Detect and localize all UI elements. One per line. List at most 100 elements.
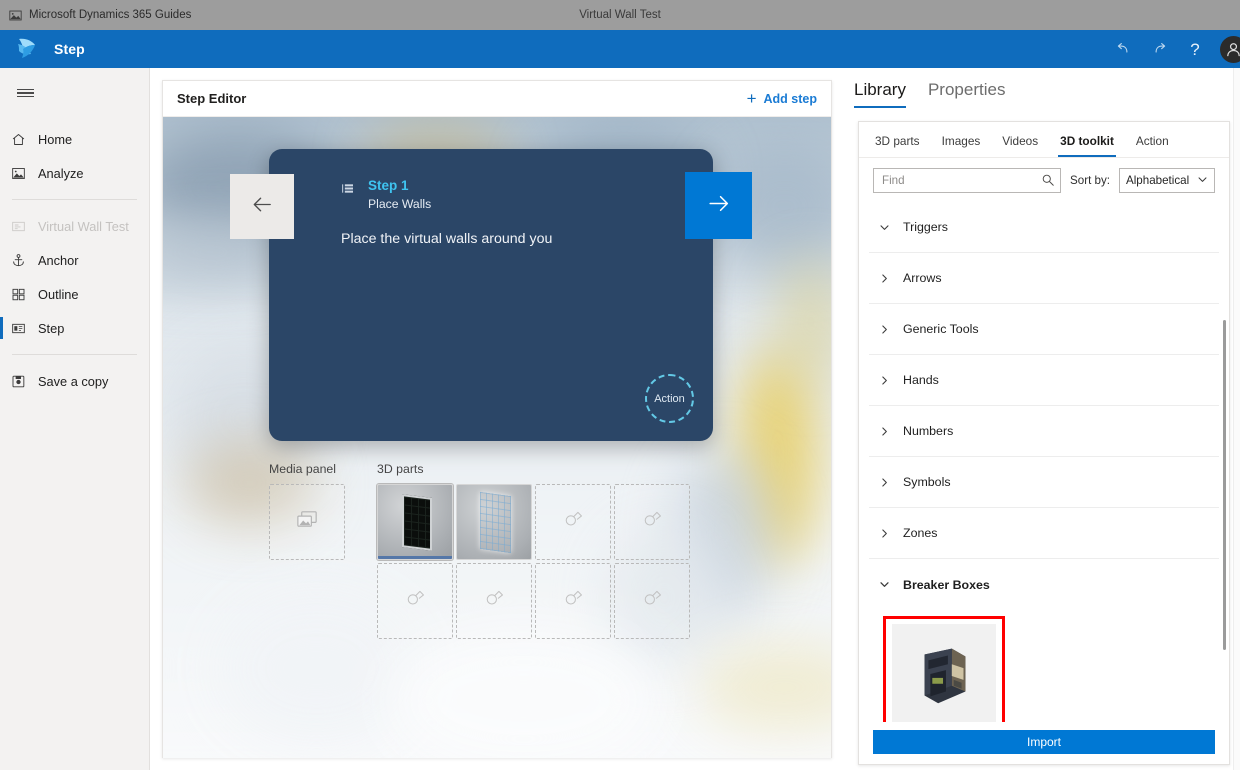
arrow-right-icon [705, 190, 732, 222]
chevron-down-icon [1197, 174, 1208, 188]
breaker-box-thumbnail [892, 624, 996, 722]
sidebar-divider [12, 354, 137, 355]
search-input[interactable] [873, 168, 1062, 193]
library-scrollbar-thumb[interactable] [1223, 320, 1226, 650]
sidebar-item-label: Analyze [38, 165, 84, 181]
next-step-button[interactable] [685, 172, 752, 239]
help-icon[interactable]: ? [1178, 34, 1212, 64]
3d-part-dark-wall-panel[interactable] [377, 484, 453, 560]
tab-action[interactable]: Action [1134, 130, 1171, 157]
category-label: Arrows [903, 271, 942, 285]
step-editor-panel: Step Editor + Add step Step 1 Place Wall… [162, 80, 832, 758]
category-row-numbers[interactable]: Numbers [869, 406, 1219, 457]
command-bar: Step ? [0, 30, 1240, 68]
sidebar-item-anchor[interactable]: Anchor [0, 243, 149, 277]
category-label: Generic Tools [903, 322, 979, 336]
media-panel-label: Media panel [269, 462, 336, 476]
category-row-hands[interactable]: Hands [869, 355, 1219, 406]
category-row-breaker-boxes[interactable]: Breaker Boxes [869, 559, 1219, 610]
sort-by-dropdown[interactable]: Alphabetical [1119, 168, 1215, 193]
sort-by-value: Alphabetical [1126, 174, 1190, 187]
step-number: Step 1 [368, 178, 409, 193]
media-panel-slot[interactable] [269, 484, 345, 560]
3d-part-empty-slot[interactable] [614, 563, 690, 639]
sidebar-item-step[interactable]: Step [0, 311, 149, 345]
3d-object-placeholder-icon [483, 587, 506, 615]
analyze-icon [10, 165, 27, 182]
search-field-wrapper [873, 168, 1062, 193]
sidebar-item-analyze[interactable]: Analyze [0, 156, 149, 190]
chevron-right-icon [879, 528, 890, 539]
3d-part-light-wall-panel[interactable] [456, 484, 532, 560]
redo-icon[interactable] [1142, 34, 1176, 64]
tab-properties[interactable]: Properties [928, 80, 1005, 108]
3d-part-empty-slot[interactable] [535, 484, 611, 560]
sidebar-item-label: Virtual Wall Test [38, 218, 129, 234]
3d-parts-group: 3D parts [377, 462, 690, 639]
category-row-triggers[interactable]: Triggers [869, 202, 1219, 253]
category-row-generic-tools[interactable]: Generic Tools [869, 304, 1219, 355]
3d-part-empty-slot[interactable] [614, 484, 690, 560]
category-label: Zones [903, 526, 938, 540]
asset-tile-area: BreakerBox_Breaker_... [869, 610, 1219, 722]
title-bar: Microsoft Dynamics 365 Guides Virtual Wa… [0, 0, 1240, 30]
outline-icon [10, 286, 27, 303]
category-label: Triggers [903, 220, 948, 234]
page-scrollbar[interactable] [1233, 68, 1240, 770]
import-button[interactable]: Import [873, 730, 1215, 754]
media-panel-group: Media panel [269, 462, 345, 639]
sidebar: Home Analyze Virtual Wall Test Anchor Ou… [0, 68, 150, 770]
3d-object-placeholder-icon [641, 508, 664, 536]
category-row-arrows[interactable]: Arrows [869, 253, 1219, 304]
media-placeholder-icon [295, 507, 320, 537]
hamburger-menu-icon[interactable] [6, 74, 44, 112]
sidebar-item-label: Outline [38, 286, 79, 302]
sidebar-item-outline[interactable]: Outline [0, 277, 149, 311]
sidebar-item-home[interactable]: Home [0, 122, 149, 156]
category-label: Breaker Boxes [903, 577, 990, 592]
command-bar-actions: ? [1106, 34, 1240, 64]
sidebar-item-label: Save a copy [38, 373, 109, 389]
step-list-icon [341, 181, 356, 201]
asset-tile-breakerbox[interactable]: BreakerBox_Breaker_... [892, 624, 996, 722]
chevron-right-icon [879, 477, 890, 488]
sidebar-item-save-a-copy[interactable]: Save a copy [0, 364, 149, 398]
step-preview-viewport: Step 1 Place Walls Place the virtual wal… [163, 117, 831, 758]
add-step-button[interactable]: + Add step [747, 90, 817, 107]
guide-icon [10, 218, 27, 235]
category-row-zones[interactable]: Zones [869, 508, 1219, 559]
light-wall-panel-render [480, 491, 511, 554]
category-label: Numbers [903, 424, 954, 438]
3d-part-empty-slot[interactable] [377, 563, 453, 639]
step-card-header: Step 1 Place Walls [269, 149, 713, 213]
undo-icon[interactable] [1106, 34, 1140, 64]
tab-3d-toolkit[interactable]: 3D toolkit [1058, 130, 1116, 157]
dynamics-guides-logo-icon [12, 34, 44, 64]
action-button[interactable]: Action [645, 374, 694, 423]
sort-by-label: Sort by: [1070, 174, 1110, 187]
sidebar-item-virtual-wall-test: Virtual Wall Test [0, 209, 149, 243]
chevron-right-icon [879, 426, 890, 437]
3d-object-placeholder-icon [562, 508, 585, 536]
library-scrollbar[interactable] [1222, 202, 1227, 722]
previous-step-button[interactable] [230, 174, 294, 239]
sidebar-item-label: Step [38, 320, 65, 336]
sidebar-item-label: Home [38, 131, 73, 147]
tab-videos[interactable]: Videos [1000, 130, 1040, 157]
home-icon [10, 131, 27, 148]
page-title: Step Editor [177, 91, 247, 106]
library-controls: Sort by: Alphabetical [859, 158, 1229, 202]
tab-3d-parts[interactable]: 3D parts [873, 130, 922, 157]
tab-images[interactable]: Images [940, 130, 983, 157]
3d-part-empty-slot[interactable] [456, 563, 532, 639]
command-bar-title: Step [54, 41, 85, 57]
arrow-left-icon [250, 192, 275, 222]
library-container: 3D parts Images Videos 3D toolkit Action [858, 121, 1230, 765]
3d-part-empty-slot[interactable] [535, 563, 611, 639]
dark-wall-panel-render [402, 494, 432, 551]
category-row-symbols[interactable]: Symbols [869, 457, 1219, 508]
chevron-right-icon [879, 324, 890, 335]
step-icon [10, 320, 27, 337]
tab-library[interactable]: Library [854, 80, 906, 108]
user-avatar[interactable] [1220, 35, 1240, 63]
